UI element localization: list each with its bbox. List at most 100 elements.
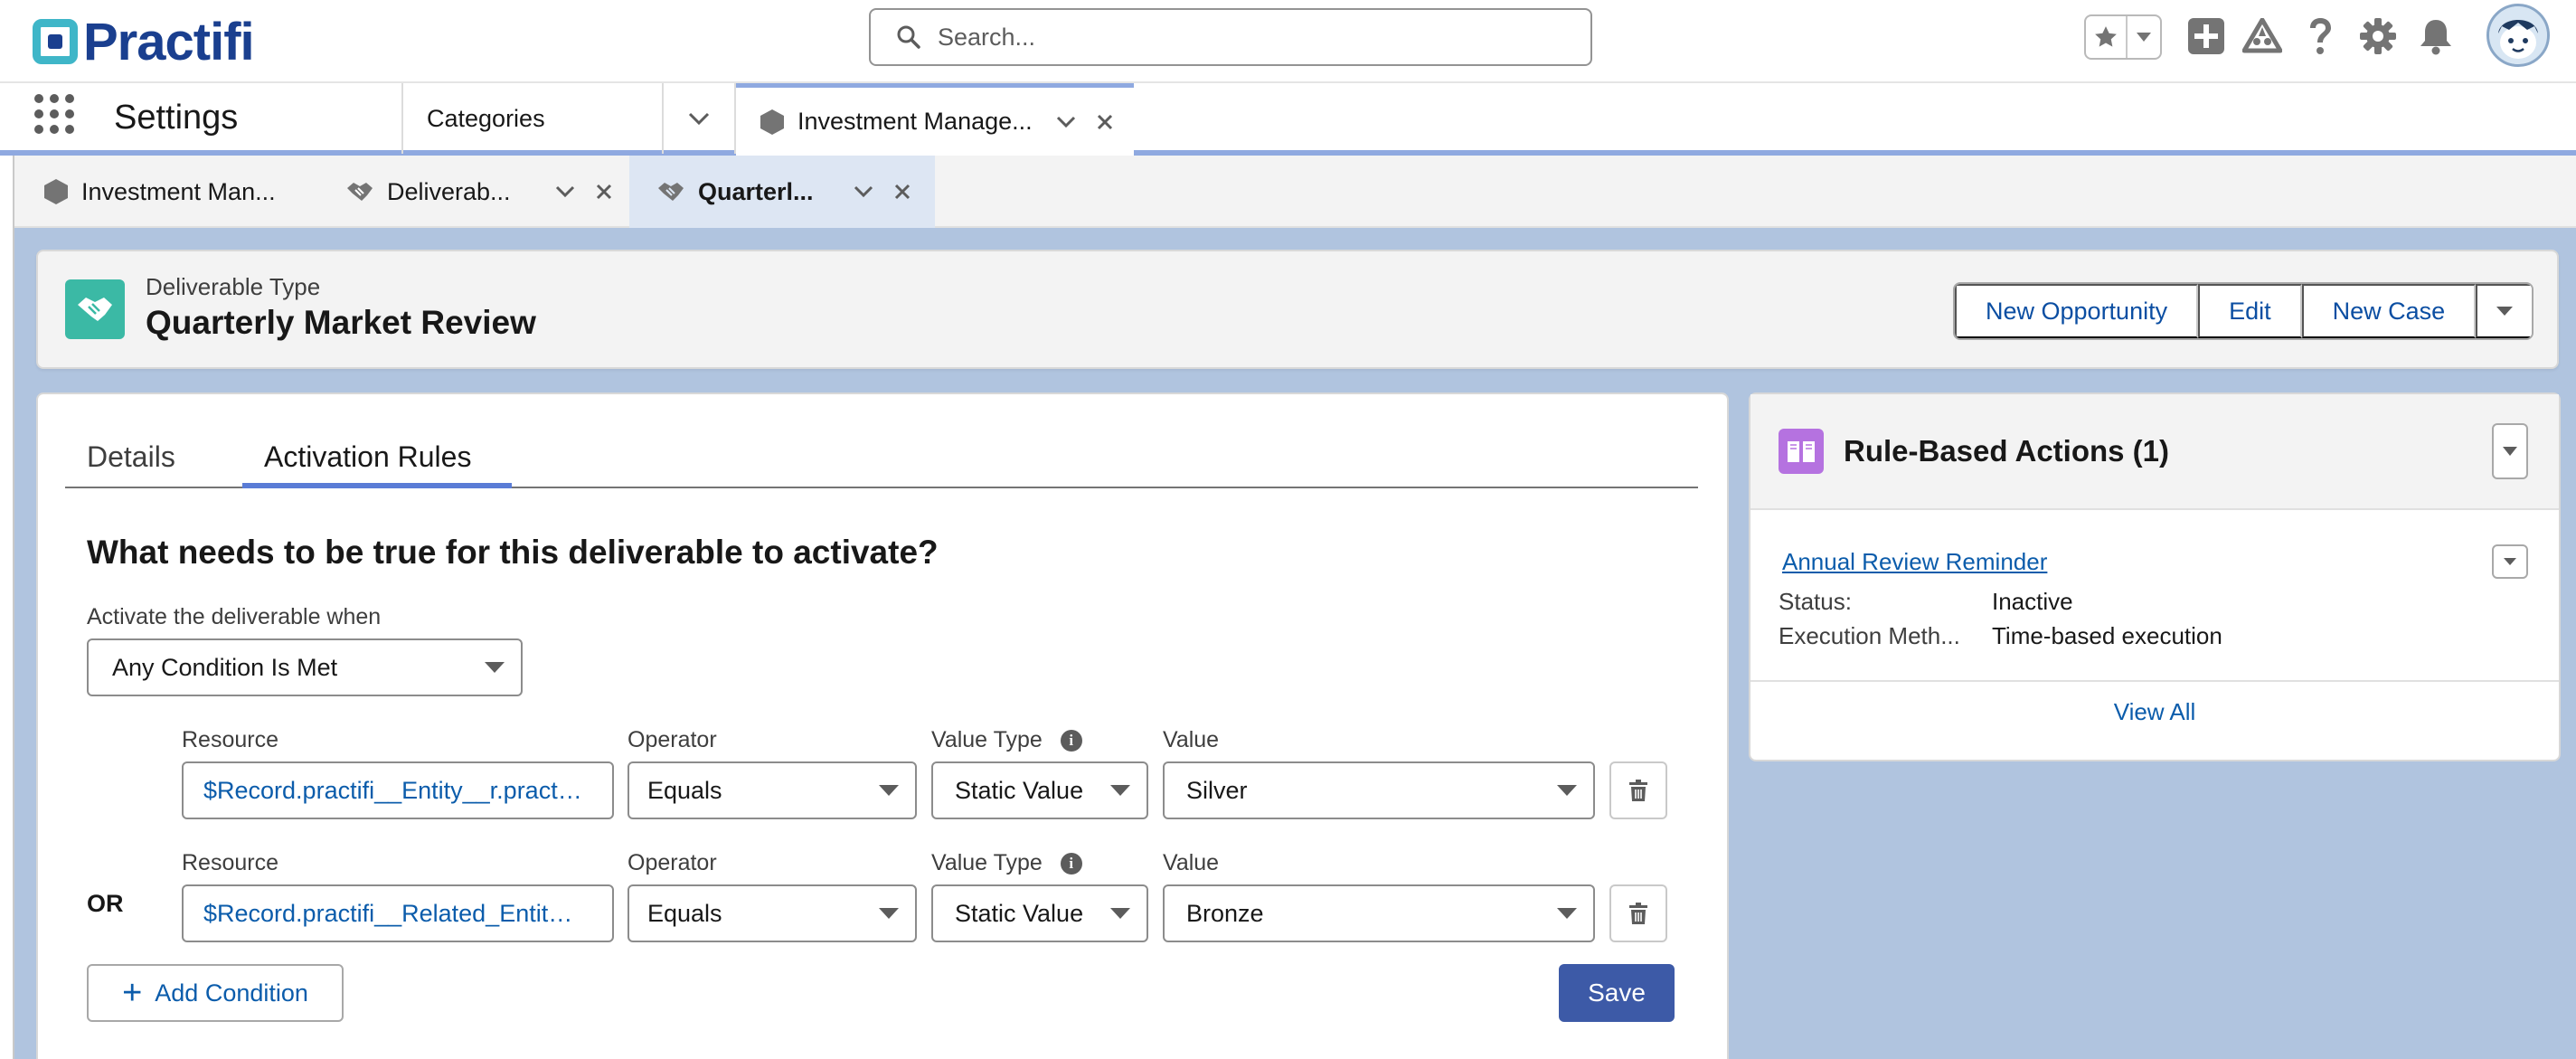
nav-item-categories-label: Categories — [427, 104, 545, 132]
subtab-close-icon[interactable] — [893, 183, 911, 201]
edit-button[interactable]: Edit — [2198, 284, 2302, 338]
operator-value: Equals — [647, 776, 722, 804]
notifications-bell-icon[interactable] — [2414, 14, 2458, 58]
value-type-select[interactable]: Static Value — [931, 884, 1148, 942]
status-key: Status: — [1779, 588, 1852, 615]
trash-icon — [1629, 903, 1647, 924]
rule-based-actions-title: Rule-Based Actions (1) — [1844, 434, 2170, 468]
subtab-label: Quarterl... — [698, 177, 814, 205]
search-icon — [897, 25, 920, 49]
nav-item-categories[interactable]: Categories — [401, 83, 664, 154]
hexagon-object-icon — [44, 179, 68, 204]
value-type-value: Static Value — [955, 776, 1084, 804]
caret-down-icon — [485, 662, 505, 673]
brand-name: Practifi — [83, 12, 255, 71]
operator-label: Operator — [627, 727, 717, 752]
value-value: Silver — [1186, 776, 1248, 804]
rule-based-actions-menu-dropdown-icon[interactable] — [2492, 423, 2528, 479]
activation-question-heading: What needs to be true for this deliverab… — [87, 534, 939, 571]
favorites-group[interactable] — [2084, 14, 2162, 60]
nav-categories-chevron-down-icon[interactable] — [664, 83, 736, 154]
add-condition-label: Add Condition — [155, 979, 308, 1007]
subtab-label: Investment Man... — [81, 177, 276, 205]
plus-icon: + — [122, 974, 143, 1012]
tab-activation-rules[interactable]: Activation Rules — [242, 425, 493, 488]
help-icon[interactable] — [2298, 14, 2342, 58]
value-select[interactable]: Bronze — [1163, 884, 1595, 942]
nav-tab-close-icon[interactable] — [1096, 113, 1114, 131]
more-actions-dropdown-icon[interactable] — [2476, 284, 2533, 338]
activate-when-value: Any Condition Is Met — [112, 653, 338, 681]
info-icon[interactable]: i — [1060, 730, 1082, 752]
value-type-label: Value Type i — [931, 850, 1082, 876]
handshake-icon — [347, 183, 373, 201]
subtab-chevron-down-icon[interactable] — [854, 185, 873, 198]
trash-icon — [1629, 780, 1647, 801]
activate-when-select[interactable]: Any Condition Is Met — [87, 638, 523, 696]
operator-select[interactable]: Equals — [627, 884, 917, 942]
delete-condition-button[interactable] — [1609, 884, 1667, 942]
value-label: Value — [1163, 850, 1220, 875]
execution-method-value: Time-based execution — [1992, 622, 2222, 649]
value-value: Bronze — [1186, 899, 1264, 927]
record-actions-button-group: New Opportunity Edit New Case — [1953, 282, 2534, 340]
nav-tab-label: Investment Manage... — [797, 108, 1033, 135]
active-tab-indicator — [242, 483, 512, 488]
caret-down-icon — [1110, 785, 1130, 796]
subtab-close-icon[interactable] — [595, 183, 613, 201]
value-type-select[interactable]: Static Value — [931, 761, 1148, 819]
value-type-label: Value Type i — [931, 727, 1082, 753]
delete-condition-button[interactable] — [1609, 761, 1667, 819]
activation-rules-card — [36, 392, 1729, 1059]
subtab-deliverable[interactable]: Deliverab... — [345, 156, 626, 228]
view-all-link[interactable]: View All — [1750, 698, 2559, 726]
value-type-value: Static Value — [955, 899, 1084, 927]
save-button[interactable]: Save — [1559, 964, 1675, 1022]
caret-down-icon — [1110, 908, 1130, 919]
operator-select[interactable]: Equals — [627, 761, 917, 819]
subtab-label: Deliverab... — [387, 177, 511, 205]
status-value: Inactive — [1992, 588, 2073, 615]
global-search-box[interactable] — [869, 8, 1592, 66]
operator-label: Operator — [627, 850, 717, 875]
caret-down-icon — [1557, 785, 1577, 796]
new-opportunity-button[interactable]: New Opportunity — [1955, 284, 2199, 338]
record-title: Quarterly Market Review — [146, 304, 536, 341]
nav-tab-investment-manager[interactable]: Investment Manage... — [736, 83, 1134, 156]
resource-field[interactable]: $Record.practifi__Entity__r.practi... — [182, 761, 614, 819]
value-select[interactable]: Silver — [1163, 761, 1595, 819]
tab-details[interactable]: Details — [65, 425, 197, 488]
rule-action-item-dropdown-icon[interactable] — [2492, 544, 2528, 579]
user-avatar[interactable] — [2486, 4, 2550, 67]
new-case-button[interactable]: New Case — [2301, 284, 2477, 338]
rule-action-item-link[interactable]: Annual Review Reminder — [1782, 548, 2047, 576]
caret-down-icon — [879, 785, 899, 796]
app-name: Settings — [114, 99, 239, 137]
caret-down-icon — [1557, 908, 1577, 919]
handshake-icon — [658, 183, 684, 201]
deliverable-type-handshake-icon — [65, 279, 125, 339]
trailhead-icon[interactable] — [2241, 14, 2284, 58]
operator-value: Equals — [647, 899, 722, 927]
info-icon[interactable]: i — [1060, 853, 1082, 875]
execution-method-key: Execution Meth... — [1779, 622, 1960, 649]
global-add-icon[interactable] — [2184, 14, 2228, 58]
favorites-dropdown-icon[interactable] — [2128, 16, 2160, 58]
favorites-star-icon[interactable] — [2086, 16, 2128, 58]
app-launcher-icon[interactable] — [34, 94, 74, 134]
setup-gear-icon[interactable] — [2356, 14, 2400, 58]
resource-field[interactable]: $Record.practifi__Related_Entity_... — [182, 884, 614, 942]
practifi-logo[interactable]: Practifi — [33, 9, 255, 74]
practifi-logo-mark-icon — [33, 19, 78, 64]
record-type-label: Deliverable Type — [146, 273, 321, 300]
condition-connector-or: OR — [87, 890, 124, 917]
subtab-quarterly-market-review[interactable]: Quarterl... — [629, 156, 935, 228]
subtab-investment-manager[interactable]: Investment Man... — [43, 156, 315, 228]
subtab-chevron-down-icon[interactable] — [555, 185, 575, 198]
resource-label: Resource — [182, 850, 278, 875]
divider — [1750, 680, 2559, 682]
caret-down-icon — [879, 908, 899, 919]
add-condition-button[interactable]: + Add Condition — [87, 964, 344, 1022]
search-input[interactable] — [938, 23, 1552, 52]
nav-tab-chevron-down-icon[interactable] — [1056, 116, 1076, 128]
